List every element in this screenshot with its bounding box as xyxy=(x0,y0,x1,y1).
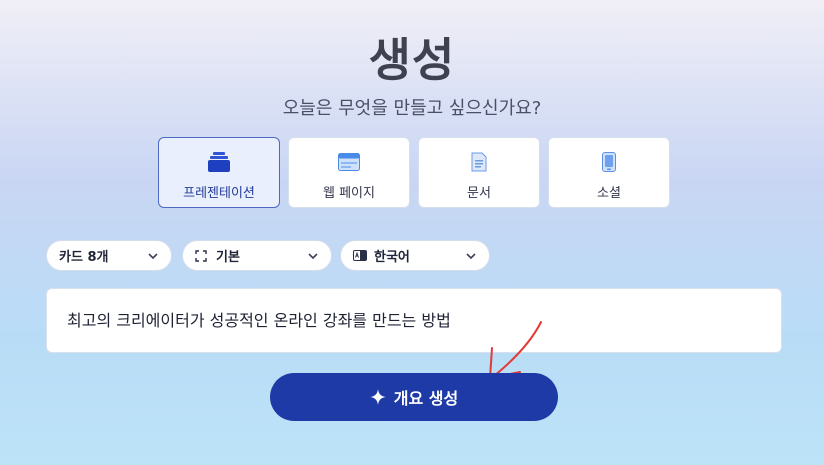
prompt-text: 최고의 크리에이터가 성공적인 온라인 강좌를 만드는 방법 xyxy=(67,311,451,330)
page-title: 생성 xyxy=(368,33,456,87)
chevron-down-icon xyxy=(148,252,158,259)
type-card-label: 문서 xyxy=(467,186,491,201)
type-card-label: 소셜 xyxy=(597,186,621,201)
type-card-presentation[interactable]: 프레젠테이션 xyxy=(158,137,280,208)
language-icon xyxy=(353,249,367,263)
prompt-input[interactable]: 최고의 크리에이터가 성공적인 온라인 강좌를 만드는 방법 xyxy=(46,288,782,353)
frame-icon xyxy=(195,249,209,263)
social-phone-icon xyxy=(597,151,621,173)
chevron-down-icon xyxy=(466,252,476,259)
presentation-icon xyxy=(207,151,231,173)
webpage-icon xyxy=(337,151,361,173)
type-card-webpage[interactable]: 웹 페이지 xyxy=(288,137,410,208)
chevron-down-icon xyxy=(308,252,318,259)
layout-dropdown[interactable]: 기본 xyxy=(182,240,332,271)
language-label: 한국어 xyxy=(374,250,410,265)
page-subtitle: 오늘은 무엇을 만들고 싶으신가요? xyxy=(282,98,542,119)
card-count-label: 카드 8개 xyxy=(59,250,109,265)
sparkle-icon xyxy=(369,389,386,405)
type-card-label: 프레젠테이션 xyxy=(183,186,255,201)
generate-outline-button[interactable]: 개요 생성 xyxy=(270,373,558,421)
generate-button-label: 개요 생성 xyxy=(393,389,459,408)
card-count-dropdown[interactable]: 카드 8개 xyxy=(46,240,172,271)
document-icon xyxy=(467,151,491,173)
language-dropdown[interactable]: 한국어 xyxy=(340,240,490,271)
layout-label: 기본 xyxy=(216,250,240,265)
type-card-document[interactable]: 문서 xyxy=(418,137,540,208)
type-card-label: 웹 페이지 xyxy=(323,186,375,201)
type-card-social[interactable]: 소셜 xyxy=(548,137,670,208)
